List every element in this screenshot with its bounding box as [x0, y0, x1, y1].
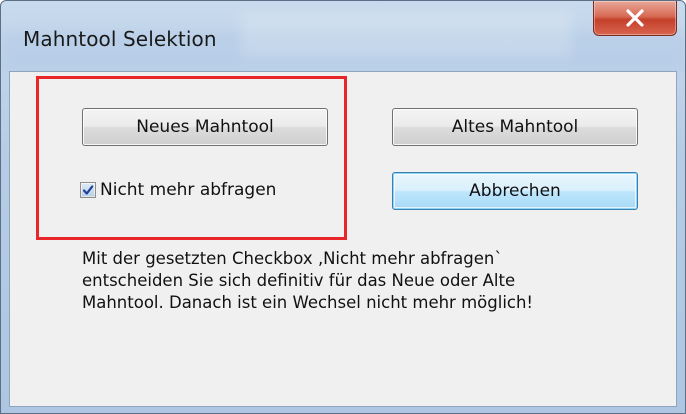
info-line: Mit der gesetzten Checkbox ‚Nicht mehr a…: [82, 249, 503, 268]
do-not-ask-label: Nicht mehr abfragen: [100, 180, 277, 200]
close-icon: [626, 9, 644, 27]
do-not-ask-checkbox-row[interactable]: Nicht mehr abfragen: [80, 180, 276, 200]
info-text: Mit der gesetzten Checkbox ‚Nicht mehr a…: [82, 248, 642, 314]
dialog-window: Mahntool Selektion Neues Mahntool Altes …: [0, 0, 686, 414]
new-mahntool-button[interactable]: Neues Mahntool: [82, 108, 328, 146]
close-button[interactable]: [593, 1, 677, 36]
dialog-client-area: Neues Mahntool Altes Mahntool Nicht mehr…: [9, 71, 677, 407]
window-title: Mahntool Selektion: [23, 27, 217, 51]
highlight-annotation-box: [36, 76, 347, 240]
info-line: Mahntool. Danach ist ein Wechsel nicht m…: [82, 293, 534, 312]
cancel-button[interactable]: Abbrechen: [392, 172, 638, 210]
title-bar-glass-blur: [241, 11, 571, 57]
info-line: entscheiden Sie sich definitiv für das N…: [82, 271, 516, 290]
old-mahntool-button[interactable]: Altes Mahntool: [392, 108, 638, 146]
checkmark-icon: [82, 185, 94, 195]
do-not-ask-checkbox[interactable]: [80, 182, 96, 198]
checkbox-fill: [82, 184, 94, 196]
